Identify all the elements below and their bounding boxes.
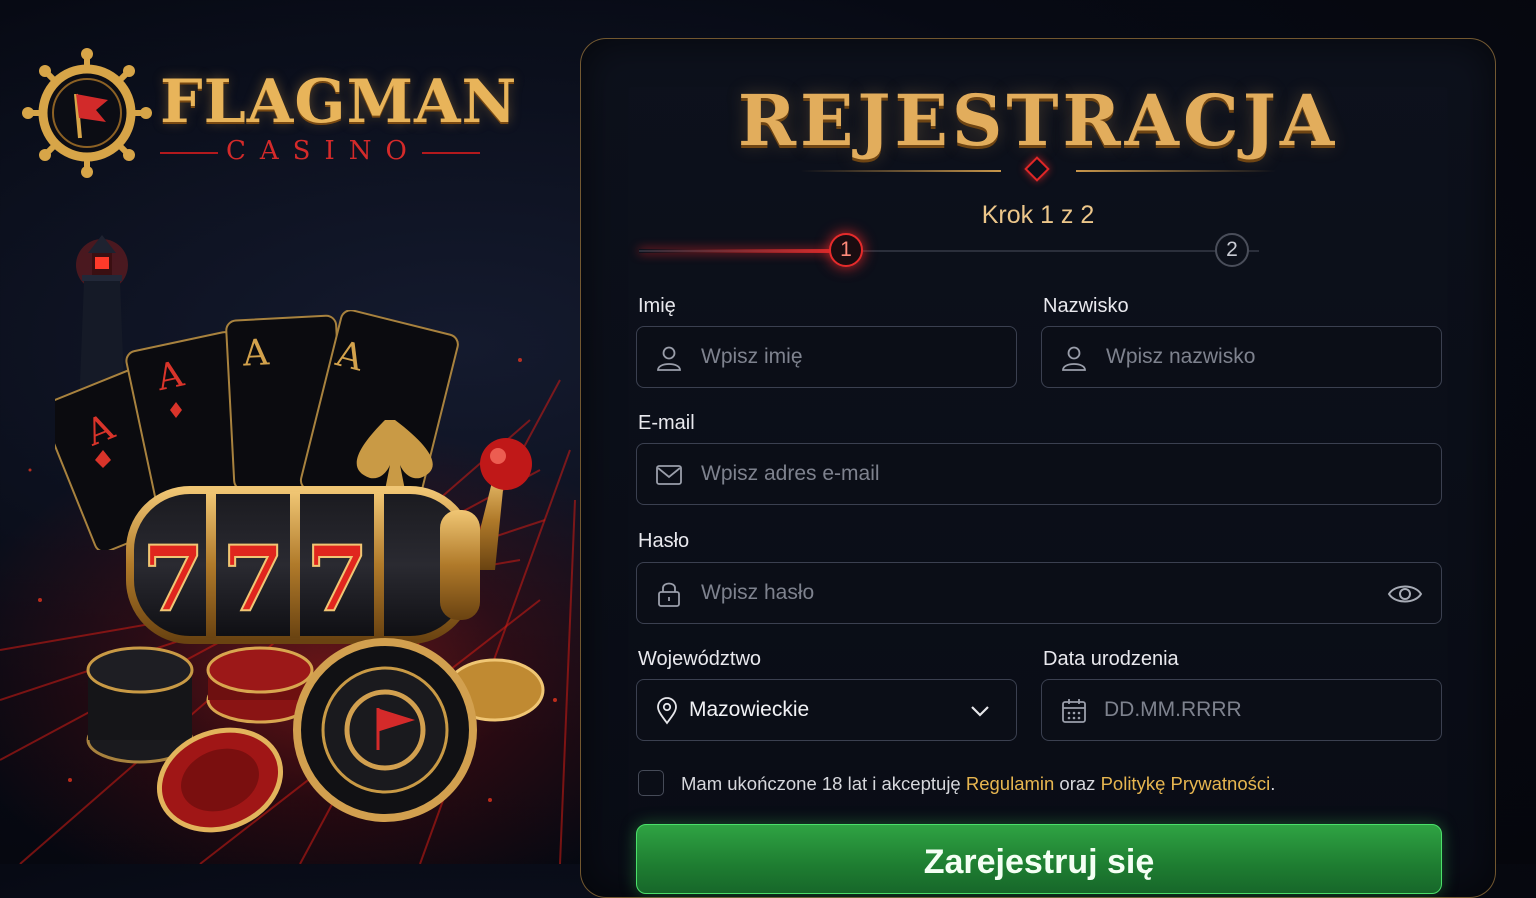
brand-line-right [422, 152, 480, 154]
location-pin-icon [657, 697, 677, 725]
brand-subtitle: CASINO [226, 136, 421, 166]
birthdate-field[interactable]: DD.MM.RRRR [1041, 679, 1442, 741]
step-indicator-text: Krok 1 z 2 [981, 201, 1095, 229]
mail-icon [656, 465, 682, 485]
brand-name: FLAGMAN [160, 67, 518, 137]
last-name-field[interactable]: Wpisz nazwisko [1041, 326, 1442, 388]
registration-panel: REJESTRACJA Krok 1 z 2 1 2 Imię Wpisz im… [580, 38, 1496, 898]
birthdate-label: Data urodzenia [1043, 648, 1179, 670]
step-2-marker[interactable]: 2 [1215, 233, 1249, 267]
consent-text-before: Mam ukończone 18 lat i akceptuję [681, 773, 966, 794]
email-placeholder: Wpisz adres e-mail [701, 462, 880, 485]
birthdate-placeholder: DD.MM.RRRR [1104, 698, 1242, 721]
user-icon [1062, 346, 1086, 371]
brand-logo[interactable]: FLAGMAN CASINO [22, 48, 516, 188]
progress-fill [639, 249, 846, 253]
slot-symbol-2: 7 [222, 526, 285, 632]
first-name-label: Imię [638, 295, 676, 317]
region-select[interactable]: Mazowieckie [636, 679, 1017, 741]
casino-chips [86, 638, 545, 833]
divider-line-right [1076, 170, 1276, 172]
email-field[interactable]: Wpisz adres e-mail [636, 443, 1442, 505]
divider-line-left [801, 170, 1001, 172]
slot-machine: 7 7 7 [126, 438, 532, 644]
password-field[interactable]: Wpisz hasło [636, 562, 1442, 624]
first-name-placeholder: Wpisz imię [701, 345, 803, 368]
slot-symbol-1: 7 [142, 526, 205, 632]
step-progress: 1 2 [639, 233, 1259, 269]
chevron-down-icon[interactable] [962, 697, 998, 725]
user-icon [657, 346, 681, 371]
first-name-field[interactable]: Wpisz imię [636, 326, 1017, 388]
email-label: E-mail [638, 412, 695, 434]
page-title: REJESTRACJA [737, 79, 1339, 162]
calendar-icon [1062, 699, 1086, 723]
consent-text: Mam ukończone 18 lat i akceptuję Regulam… [681, 773, 1275, 795]
hero-artwork: A A A A 7 7 7 FLAGMAN CASINO [0, 0, 580, 864]
consent-text-mid: oraz [1054, 773, 1101, 794]
consent-text-after: . [1270, 773, 1276, 794]
ship-wheel-icon [22, 48, 152, 178]
brand-line-left [160, 152, 218, 154]
title-divider [801, 156, 1276, 182]
terms-link[interactable]: Regulamin [966, 773, 1054, 794]
last-name-placeholder: Wpisz nazwisko [1106, 345, 1256, 368]
password-placeholder: Wpisz hasło [701, 581, 815, 604]
lock-icon [658, 582, 680, 607]
step-1-marker[interactable]: 1 [829, 233, 863, 267]
brand-subtitle-row: CASINO [160, 136, 480, 166]
region-label: Województwo [638, 648, 762, 670]
region-selected-value: Mazowieckie [689, 698, 810, 721]
slot-symbol-3: 7 [306, 526, 369, 632]
last-name-label: Nazwisko [1043, 295, 1129, 317]
password-label: Hasło [638, 530, 690, 552]
eye-icon[interactable] [1387, 580, 1423, 608]
register-button[interactable]: Zarejestruj się [636, 824, 1442, 894]
card-rank-spades: A [241, 332, 271, 374]
privacy-policy-link[interactable]: Politykę Prywatności [1101, 773, 1271, 794]
consent-checkbox[interactable] [638, 770, 664, 796]
